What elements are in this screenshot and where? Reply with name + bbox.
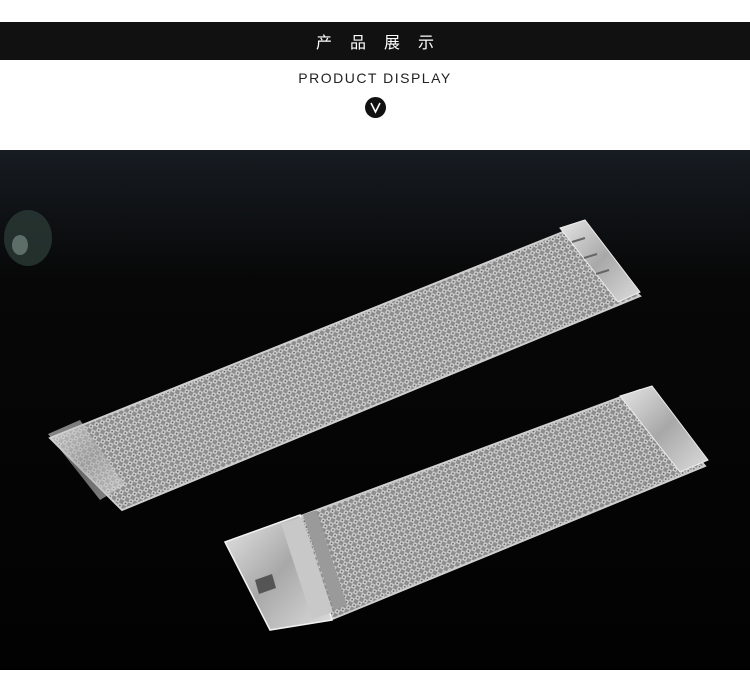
chevron-down-icon — [370, 102, 381, 114]
page-subtitle: PRODUCT DISPLAY — [298, 70, 452, 86]
header-banner: 产品展示 — [0, 22, 750, 60]
top-spacer — [0, 0, 750, 22]
page-title: 产品展示 — [315, 33, 452, 52]
background-object — [4, 210, 52, 266]
bottom-spacer — [0, 670, 750, 681]
chevron-badge — [365, 97, 386, 118]
watch-strap-image — [0, 150, 750, 670]
product-photo — [0, 150, 750, 670]
